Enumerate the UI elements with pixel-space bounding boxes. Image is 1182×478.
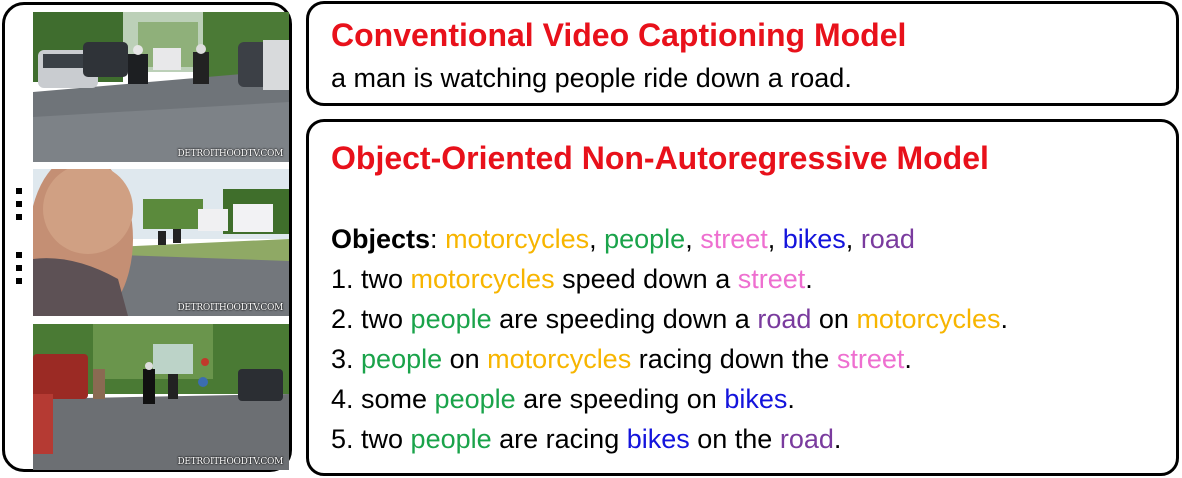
caption-text: . — [904, 344, 912, 374]
objects-list: motorcycles, people, street, bikes, road — [445, 224, 915, 254]
caption-object-road: road — [779, 424, 834, 454]
caption-text: . — [805, 264, 813, 294]
video-frame-2: DETROITHOODTV.COM — [33, 169, 289, 316]
caption-text: racing down the — [631, 344, 837, 374]
caption-object-motorcycles: motorcycles — [410, 264, 555, 294]
caption-text: are racing — [491, 424, 627, 454]
caption-line-4: 4. some people are speeding on bikes. — [331, 379, 1008, 419]
objects-separator: , — [589, 224, 605, 254]
frame-watermark: DETROITHOODTV.COM — [177, 149, 284, 159]
caption-list: 1. two motorcycles speed down a street. 2… — [331, 259, 1008, 459]
caption-line-2: 2. two people are speeding down a road o… — [331, 299, 1008, 339]
caption-text: 4. some — [331, 384, 435, 414]
caption-line-5: 5. two people are racing bikes on the ro… — [331, 419, 1008, 459]
caption-text: are speeding on — [515, 384, 725, 414]
objects-separator: , — [845, 224, 861, 254]
object-people: people — [604, 224, 686, 254]
object-motorcycles: motorcycles — [445, 224, 590, 254]
caption-text: are speeding down a — [491, 304, 758, 334]
caption-text: speed down a — [554, 264, 738, 294]
caption-object-bikes: bikes — [724, 384, 788, 414]
video-frame-3: DETROITHOODTV.COM — [33, 324, 289, 470]
objects-label: Objects — [331, 224, 431, 254]
conventional-caption: a man is watching people ride down a roa… — [331, 63, 852, 93]
caption-object-motorcycles: motorcycles — [856, 304, 1001, 334]
caption-text: 2. two — [331, 304, 411, 334]
caption-object-bikes: bikes — [626, 424, 690, 454]
caption-text: . — [1000, 304, 1008, 334]
caption-text: 5. two — [331, 424, 411, 454]
object-bikes: bikes — [782, 224, 846, 254]
caption-object-road: road — [757, 304, 812, 334]
caption-text: 3. — [331, 344, 362, 374]
caption-text: on — [811, 304, 857, 334]
object-road: road — [860, 224, 915, 254]
caption-text: 1. two — [331, 264, 411, 294]
caption-text: . — [833, 424, 842, 454]
caption-object-people: people — [410, 304, 492, 334]
ellipsis-dots-icon — [13, 188, 25, 227]
caption-text: on — [442, 344, 488, 374]
object-street: street — [700, 224, 768, 254]
caption-text: on the — [689, 424, 780, 454]
ellipsis-dots-icon — [13, 252, 25, 291]
video-frame-1: DETROITHOODTV.COM — [33, 12, 289, 162]
nar-model-title: Object-Oriented Non-Autoregressive Model — [331, 140, 989, 176]
caption-object-street: street — [836, 344, 905, 374]
frame-man-watching-image — [33, 169, 289, 316]
frame-watermark: DETROITHOODTV.COM — [177, 457, 284, 467]
objects-colon: : — [430, 224, 446, 254]
conventional-model-title: Conventional Video Captioning Model — [331, 17, 907, 53]
caption-object-people: people — [410, 424, 492, 454]
caption-object-people: people — [361, 344, 443, 374]
objects-separator: , — [767, 224, 783, 254]
video-frames-panel: DETROITHOODTV.COM DETROITHOODTV.COM DETR… — [2, 2, 292, 472]
caption-object-motorcycles: motorcycles — [487, 344, 632, 374]
caption-object-people: people — [434, 384, 516, 414]
objects-separator: , — [685, 224, 701, 254]
caption-object-street: street — [737, 264, 806, 294]
frame-street-bikers-image — [33, 324, 289, 470]
conventional-model-box: Conventional Video Captioning Model a ma… — [306, 1, 1179, 106]
caption-text: . — [787, 384, 795, 414]
frame-street-riders-image — [33, 12, 289, 162]
nar-model-box: Object-Oriented Non-Autoregressive Model… — [306, 119, 1179, 476]
objects-line: Objects: motorcycles, people, street, bi… — [331, 219, 915, 259]
caption-line-3: 3. people on motorcycles racing down the… — [331, 339, 1008, 379]
frame-watermark: DETROITHOODTV.COM — [177, 303, 284, 313]
caption-line-1: 1. two motorcycles speed down a street. — [331, 259, 1008, 299]
